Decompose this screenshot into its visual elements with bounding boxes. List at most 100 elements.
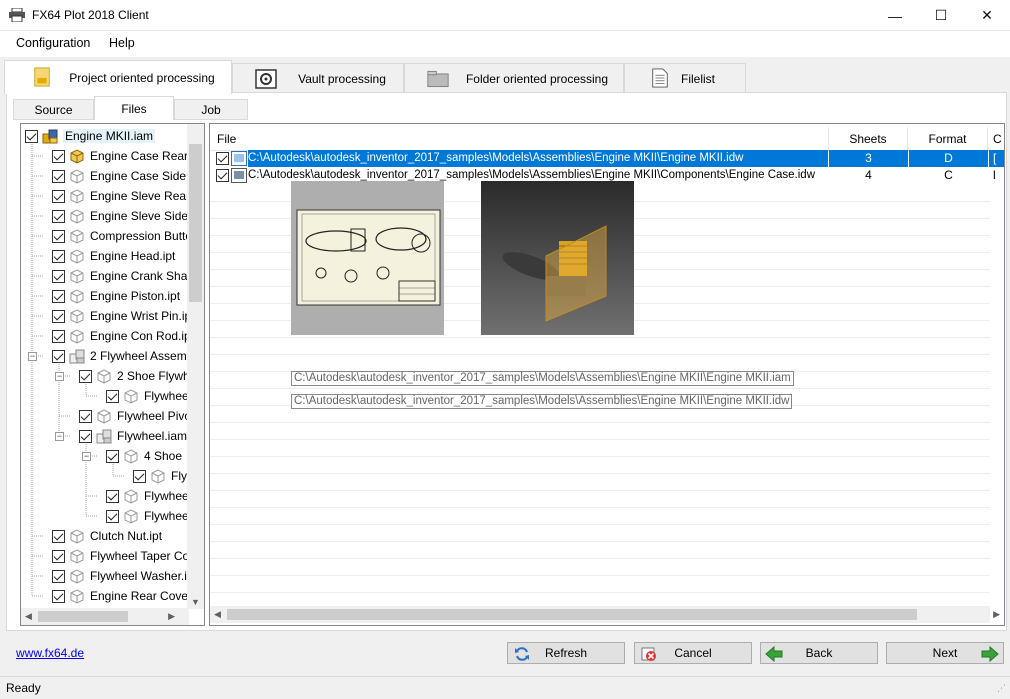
tree-item[interactable]: Engine Case Rear.ip <box>52 146 200 166</box>
next-button[interactable]: Next <box>886 642 1004 664</box>
tree-checkbox[interactable] <box>52 529 65 543</box>
subtab-source[interactable]: Source <box>13 99 94 120</box>
tree-expander-icon[interactable]: − <box>55 372 64 381</box>
tree-checkbox[interactable] <box>79 369 92 383</box>
file-list-hscroll-thumb[interactable] <box>227 609 917 620</box>
tree-checkbox[interactable] <box>52 309 65 323</box>
tree-item[interactable]: Engine Head.ipt <box>52 246 175 266</box>
tree-expander-icon[interactable]: − <box>28 352 37 361</box>
tree-item[interactable]: Engine Wrist Pin.ipt <box>52 306 195 326</box>
tab-filelist[interactable]: Filelist <box>624 63 746 93</box>
tree-checkbox[interactable] <box>52 289 65 303</box>
refresh-button[interactable]: Refresh <box>507 642 625 664</box>
file-checkbox[interactable] <box>216 152 229 165</box>
tree-item[interactable]: Flywheel Taper Coll <box>52 546 195 566</box>
tree-checkbox[interactable] <box>52 229 65 243</box>
maximize-button[interactable]: ☐ <box>918 0 964 31</box>
assembly-icon <box>42 128 58 144</box>
tree-item[interactable]: Engine Case Side.ip <box>52 166 199 186</box>
tree-item[interactable]: Flywheel.iam <box>79 426 187 446</box>
tree-item[interactable]: Engine MKII.iam <box>25 126 156 146</box>
column-file[interactable]: File <box>210 127 829 151</box>
tree-checkbox[interactable] <box>52 169 65 183</box>
subtab-files[interactable]: Files <box>94 96 174 120</box>
arrow-left-icon <box>765 646 783 662</box>
tree-item[interactable]: Flywheel Pivo <box>79 406 191 426</box>
tree-item[interactable]: Engine Sleve Side.i <box>52 206 194 226</box>
tree-item[interactable]: Engine Con Rod.ipt <box>52 326 194 346</box>
tree-checkbox[interactable] <box>106 389 119 403</box>
tree-item[interactable]: Flywhee <box>106 486 189 506</box>
scroll-right-icon[interactable]: ▶ <box>168 611 175 622</box>
tree-checkbox[interactable] <box>133 469 146 483</box>
tree-item[interactable]: 2 Flywheel Assembl <box>52 346 196 366</box>
tree-checkbox[interactable] <box>52 269 65 283</box>
minimize-button[interactable]: — <box>872 0 918 31</box>
tree-horizontal-scrollbar[interactable]: ◀ ▶ <box>21 608 189 625</box>
scroll-left-icon[interactable]: ◀ <box>214 609 221 620</box>
tree-item[interactable]: Compression Button <box>52 226 199 246</box>
file-list-horizontal-scrollbar[interactable]: ◀ ▶ <box>210 606 1000 623</box>
close-button[interactable]: ✕ <box>964 0 1010 31</box>
tree-checkbox[interactable] <box>52 569 65 583</box>
subtab-job[interactable]: Job <box>174 99 248 120</box>
cancel-button[interactable]: Cancel <box>634 642 752 664</box>
tree-expander-icon[interactable]: − <box>55 432 64 441</box>
tree-checkbox[interactable] <box>52 329 65 343</box>
tree-item[interactable]: 2 Shoe Flywhe <box>79 366 196 386</box>
column-extra[interactable]: C <box>988 127 1004 151</box>
tree-item[interactable]: Flywhee <box>106 506 189 526</box>
tree-checkbox[interactable] <box>52 249 65 263</box>
path-tooltip: C:\Autodesk\autodesk_inventor_2017_sampl… <box>291 371 794 386</box>
tree-item-label: Engine Case Side.ip <box>90 169 199 183</box>
column-format[interactable]: Format <box>908 127 988 151</box>
tree-item-label: Flywheel Pivo <box>117 409 192 423</box>
printer-icon <box>9 8 25 22</box>
tree-vscroll-thumb[interactable] <box>189 144 202 302</box>
back-button[interactable]: Back <box>760 642 878 664</box>
tab-folder-processing[interactable]: Folder oriented processing <box>404 63 624 93</box>
tree-checkbox[interactable] <box>106 509 119 523</box>
scroll-down-icon[interactable]: ▼ <box>191 597 200 607</box>
tree-item-label: Engine Sleve Side.i <box>90 209 195 223</box>
tree-item[interactable]: Flywhee <box>106 386 189 406</box>
tree-checkbox[interactable] <box>52 349 65 363</box>
tree-item[interactable]: Fly <box>133 466 187 486</box>
scroll-left-icon[interactable]: ◀ <box>25 611 32 622</box>
menu-help[interactable]: Help <box>109 36 135 50</box>
tree-item[interactable]: Engine Sleve Rear. <box>52 186 193 206</box>
tree-item-label: Engine Con Rod.ipt <box>90 329 195 343</box>
assembly-tree[interactable]: Engine MKII.iam Engine Case Rear.ip Engine… <box>20 123 205 626</box>
tree-checkbox[interactable] <box>106 489 119 503</box>
tree-checkbox[interactable] <box>52 549 65 563</box>
tree-item[interactable]: Engine Rear Cover. <box>52 586 195 606</box>
tree-checkbox[interactable] <box>52 589 65 603</box>
tree-checkbox[interactable] <box>52 189 65 203</box>
tab-vault-processing[interactable]: Vault processing <box>232 63 404 93</box>
tree-checkbox[interactable] <box>25 129 38 143</box>
menu-configuration[interactable]: Configuration <box>16 36 90 50</box>
file-list[interactable]: File Sheets Format C C:\Autodesk\autodes… <box>209 123 1005 626</box>
tree-item[interactable]: 4 Shoe <box>106 446 182 466</box>
tree-hscroll-thumb[interactable] <box>38 611 128 622</box>
file-row[interactable]: C:\Autodesk\autodesk_inventor_2017_sampl… <box>210 150 1004 167</box>
file-checkbox[interactable] <box>216 169 229 182</box>
resize-grip-icon[interactable]: ⋰ <box>997 683 1006 694</box>
tree-item-label: Flywheel Washer.ip <box>90 569 194 583</box>
tree-item[interactable]: Engine Crank Shaft <box>52 266 194 286</box>
tree-checkbox[interactable] <box>106 449 119 463</box>
part-icon <box>150 468 166 484</box>
tree-checkbox[interactable] <box>52 149 65 163</box>
tree-checkbox[interactable] <box>79 409 92 423</box>
tree-item[interactable]: Engine Piston.ipt <box>52 286 180 306</box>
tree-item[interactable]: Clutch Nut.ipt <box>52 526 162 546</box>
tree-checkbox[interactable] <box>52 209 65 223</box>
tab-project-processing[interactable]: Project oriented processing <box>4 60 232 94</box>
column-sheets[interactable]: Sheets <box>829 127 908 151</box>
tree-item[interactable]: Flywheel Washer.ip <box>52 566 194 586</box>
tree-expander-icon[interactable]: − <box>82 452 91 461</box>
tree-checkbox[interactable] <box>79 429 92 443</box>
scroll-right-icon[interactable]: ▶ <box>993 609 1000 620</box>
tree-vertical-scrollbar[interactable]: ▼ <box>187 124 204 609</box>
website-link[interactable]: www.fx64.de <box>16 646 84 660</box>
